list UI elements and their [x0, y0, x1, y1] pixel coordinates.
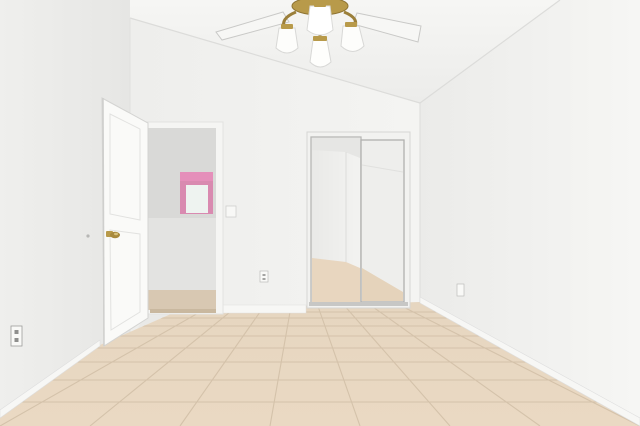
light-switch: [225, 205, 237, 218]
wall-outlet-back: [259, 270, 269, 283]
bedroom-scene: [0, 0, 640, 426]
hallway-window-glass: [186, 185, 208, 213]
open-door: [101, 97, 149, 347]
closet-track: [309, 302, 408, 306]
bedroom-photo: [0, 0, 640, 426]
door-hinge: [86, 234, 90, 238]
hallway-floor: [148, 290, 216, 310]
wall-outlet-left: [10, 325, 23, 347]
hallway-threshold: [150, 309, 216, 313]
hallway-window-valance: [180, 172, 213, 181]
wall-outlet-right: [456, 283, 465, 297]
baseboard-back: [219, 304, 307, 314]
door-edge-shadow: [102, 97, 105, 347]
hallway-lower-wall: [148, 218, 216, 290]
